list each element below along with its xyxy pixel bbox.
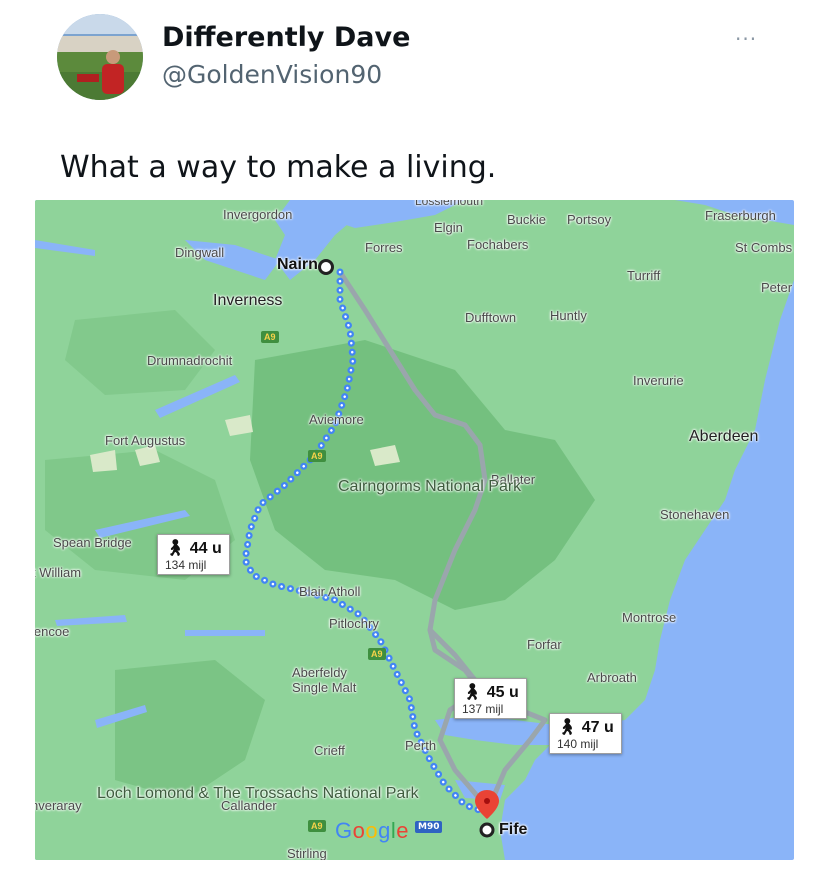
more-options-icon[interactable]: ··· bbox=[735, 27, 757, 51]
user-handle[interactable]: @GoldenVision90 bbox=[162, 60, 382, 89]
route-info-box-1[interactable]: 🚶︎ 44 u 134 mijl bbox=[157, 534, 230, 575]
place-label-invergordon: Invergordon bbox=[223, 207, 293, 222]
place-label-cairngorms: Cairngorms National Park bbox=[338, 478, 522, 495]
place-label-inverness: Inverness bbox=[213, 292, 283, 309]
place-label-huntly: Huntly bbox=[550, 308, 587, 323]
route-distance: 134 mijl bbox=[165, 558, 207, 572]
road-shield-a9: A9 bbox=[261, 331, 279, 343]
place-label-dufftown: Dufftown bbox=[465, 310, 517, 325]
walking-person-icon: 🚶︎ bbox=[557, 719, 578, 736]
place-label-fochabers: Fochabers bbox=[467, 237, 529, 252]
map-image: Invergordon Lossiemouth Elgin Buckie Por… bbox=[35, 200, 794, 860]
avatar[interactable] bbox=[57, 14, 143, 100]
route-distance: 140 mijl bbox=[557, 737, 599, 751]
route-time: 44 u bbox=[189, 540, 222, 557]
route-distance: 137 mijl bbox=[462, 702, 504, 716]
tweet-text: What a way to make a living. bbox=[60, 150, 497, 185]
road-shield-m90: M90 bbox=[415, 821, 443, 833]
place-label-forfar: Forfar bbox=[527, 637, 562, 652]
place-label-perth: Perth bbox=[405, 738, 437, 753]
place-label-st-combs: St Combs bbox=[735, 240, 793, 255]
place-label-callander: Callander bbox=[221, 798, 277, 813]
place-label-drumnadrochit: Drumnadrochit bbox=[147, 353, 233, 368]
place-label-buckie: Buckie bbox=[507, 212, 547, 227]
place-label-fraserburgh: Fraserburgh bbox=[705, 208, 776, 223]
place-label-nairn: Nairn bbox=[277, 256, 318, 273]
tweet-header: Differently Dave @GoldenVision90 ··· bbox=[0, 0, 828, 120]
place-label-fort-augustus: Fort Augustus bbox=[105, 433, 186, 448]
display-name[interactable]: Differently Dave bbox=[162, 22, 410, 53]
place-label-turriff: Turriff bbox=[627, 268, 661, 283]
place-label-aberfeldy: Aberfeldy Single Malt bbox=[292, 665, 357, 695]
place-label-loch-lomond: Loch Lomond & The Trossachs National Par… bbox=[97, 785, 419, 802]
place-label-forres: Forres bbox=[365, 240, 403, 255]
place-label-aviemore: Aviemore bbox=[309, 412, 364, 427]
place-label-montrose: Montrose bbox=[622, 610, 677, 625]
place-label-dingwall: Dingwall bbox=[175, 245, 225, 260]
route-start-marker bbox=[318, 259, 334, 275]
place-label-spean-bridge: Spean Bridge bbox=[53, 535, 132, 550]
place-label-inveraray: nveraray bbox=[35, 798, 82, 813]
place-label-fort-william: t William bbox=[35, 565, 82, 580]
place-label-blair-atholl: Blair Atholl bbox=[299, 584, 361, 599]
place-label-glencoe: lencoe bbox=[35, 624, 70, 639]
place-label-elgin: Elgin bbox=[434, 220, 463, 235]
place-label-stirling: Stirling bbox=[287, 846, 327, 860]
place-label-fife: Fife bbox=[499, 821, 528, 838]
place-label-stonehaven: Stonehaven bbox=[660, 507, 730, 522]
route-info-box-3[interactable]: 🚶︎ 47 u 140 mijl bbox=[549, 713, 622, 754]
place-label-arbroath: Arbroath bbox=[587, 670, 637, 685]
google-attribution: Google bbox=[335, 818, 410, 843]
road-shield-a9: A9 bbox=[308, 450, 326, 462]
walking-person-icon: 🚶︎ bbox=[165, 540, 186, 557]
place-label-lossiemouth: Lossiemouth bbox=[415, 200, 484, 208]
place-label-portsoy: Portsoy bbox=[567, 212, 612, 227]
route-time: 45 u bbox=[486, 684, 519, 701]
place-label-pitlochry: Pitlochry bbox=[329, 616, 379, 631]
place-label-inverurie: Inverurie bbox=[633, 373, 684, 388]
road-shield-a9: A9 bbox=[308, 820, 326, 832]
map-background bbox=[35, 200, 794, 860]
route-info-box-2[interactable]: 🚶︎ 45 u 137 mijl bbox=[454, 678, 527, 719]
walking-person-icon: 🚶︎ bbox=[462, 684, 483, 701]
place-label-aberdeen: Aberdeen bbox=[689, 428, 759, 445]
place-label-crieff: Crieff bbox=[314, 743, 345, 758]
route-time: 47 u bbox=[581, 719, 614, 736]
road-shield-a9: A9 bbox=[368, 648, 386, 660]
place-label-peterhead: Peter bbox=[761, 280, 793, 295]
